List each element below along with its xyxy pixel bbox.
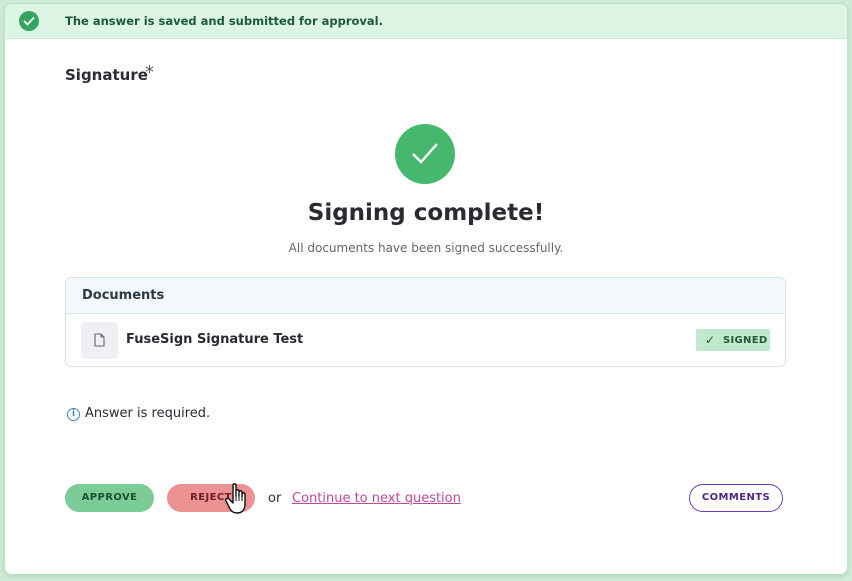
question-card: The answer is saved and submitted for ap… bbox=[4, 3, 848, 575]
check-circle-icon bbox=[19, 11, 39, 31]
hand-cursor-icon bbox=[225, 483, 246, 514]
continue-link[interactable]: Continue to next question bbox=[292, 491, 461, 506]
app-frame: The answer is saved and submitted for ap… bbox=[0, 0, 852, 581]
file-icon bbox=[81, 322, 118, 359]
question-label: Signature bbox=[65, 66, 148, 84]
check-circle-icon bbox=[395, 124, 455, 184]
comments-button[interactable]: COMMENTS bbox=[689, 484, 783, 512]
status-subtitle: All documents have been signed successfu… bbox=[288, 241, 564, 255]
success-banner: The answer is saved and submitted for ap… bbox=[5, 4, 847, 39]
documents-header-label: Documents bbox=[82, 288, 165, 303]
document-row[interactable]: FuseSign Signature Test ✓ SIGNED bbox=[66, 314, 785, 366]
approve-button[interactable]: APPROVE bbox=[65, 484, 154, 512]
validation-text: Answer is required. bbox=[85, 406, 211, 421]
documents-panel: Documents FuseSign Signature Test ✓ SIGN… bbox=[65, 277, 786, 367]
document-name[interactable]: FuseSign Signature Test bbox=[126, 332, 303, 347]
info-icon: i bbox=[67, 408, 80, 421]
required-mark: * bbox=[145, 62, 154, 83]
check-icon: ✓ bbox=[705, 333, 716, 347]
status-title: Signing complete! bbox=[307, 200, 545, 226]
signed-status-badge: ✓ SIGNED bbox=[696, 329, 770, 351]
banner-message: The answer is saved and submitted for ap… bbox=[65, 14, 383, 28]
documents-header: Documents bbox=[66, 278, 785, 314]
status-badge-label: SIGNED bbox=[723, 335, 768, 346]
or-separator: or bbox=[268, 491, 282, 506]
